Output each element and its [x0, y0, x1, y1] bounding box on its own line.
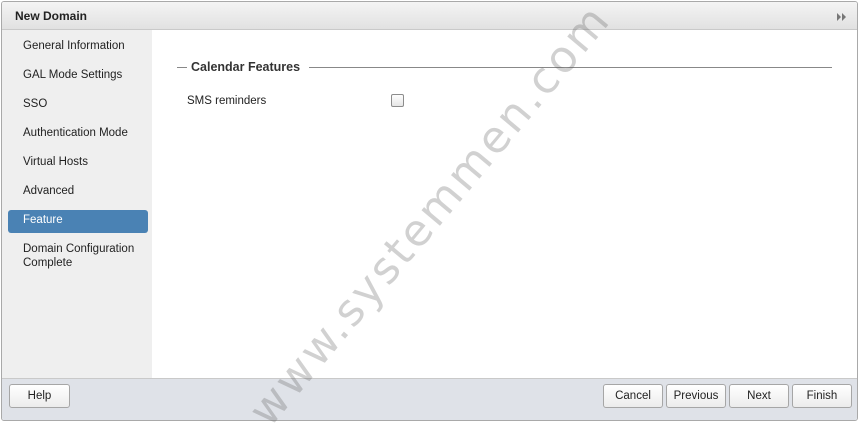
nav-item-gal-mode-settings[interactable]: GAL Mode Settings — [8, 65, 148, 88]
nav-item-label: Virtual Hosts — [23, 156, 88, 168]
finish-button[interactable]: Finish — [792, 384, 852, 408]
cancel-button[interactable]: Cancel — [603, 384, 663, 408]
nav-item-feature[interactable]: Feature — [8, 210, 148, 233]
fieldset-divider — [177, 67, 187, 68]
nav-item-sso[interactable]: SSO — [8, 94, 148, 117]
wizard-content-panel: Calendar Features SMS reminders — [152, 30, 857, 380]
help-button[interactable]: Help — [9, 384, 70, 408]
sms-reminders-checkbox[interactable] — [391, 94, 404, 107]
nav-item-label: SSO — [23, 98, 48, 110]
previous-button[interactable]: Previous — [666, 384, 726, 408]
wizard-step-nav: General Information GAL Mode Settings SS… — [2, 30, 152, 380]
calendar-features-fieldset: Calendar Features — [177, 60, 832, 76]
nav-item-domain-configuration-complete[interactable]: Domain Configuration Complete — [8, 239, 148, 273]
nav-item-label: GAL Mode Settings — [23, 69, 123, 81]
section-title: Calendar Features — [191, 60, 305, 74]
double-chevron-right-icon[interactable] — [836, 11, 848, 21]
nav-item-label: General Information — [23, 40, 125, 52]
nav-item-label: Authentication Mode — [23, 127, 128, 139]
nav-item-general-information[interactable]: General Information — [8, 36, 148, 59]
dialog-title: New Domain — [15, 9, 88, 23]
nav-item-label: Domain Configuration Complete — [23, 243, 135, 269]
nav-item-label: Feature — [23, 214, 63, 226]
sms-reminders-label: SMS reminders — [187, 95, 267, 107]
new-domain-dialog: New Domain General Information GAL Mode … — [1, 1, 858, 421]
dialog-titlebar: New Domain — [2, 2, 857, 30]
nav-item-authentication-mode[interactable]: Authentication Mode — [8, 123, 148, 146]
next-button[interactable]: Next — [729, 384, 789, 408]
fieldset-divider — [309, 67, 832, 68]
nav-item-label: Advanced — [23, 185, 75, 197]
nav-item-advanced[interactable]: Advanced — [8, 181, 148, 204]
dialog-footer: Help Cancel Previous Next Finish — [2, 378, 857, 420]
nav-item-virtual-hosts[interactable]: Virtual Hosts — [8, 152, 148, 175]
